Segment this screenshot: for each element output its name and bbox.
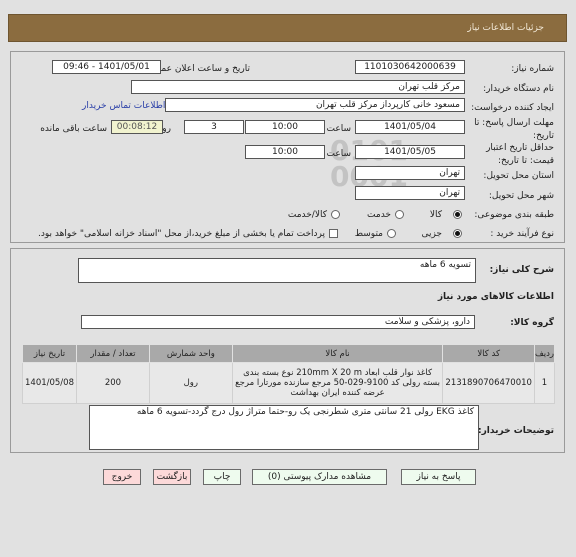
table-row: 1 2131890706470010 کاغذ نوار قلب ابعاد 2… [22,362,556,404]
deadline-time-label: ساعت [326,124,352,134]
category-option-service: خدمت [367,210,391,220]
items-table: ردیف کد کالا نام کالا واحد شمارش تعداد /… [22,344,556,404]
creator-field: مسعود خانی کارپرداز مرکز قلب تهران [165,98,465,112]
reply-button[interactable]: پاسخ به نیاز [401,469,476,485]
city-label: شهر محل تحویل: [488,191,554,201]
days-field: 3 [184,120,244,134]
need-number-field: 1101030642000639 [355,60,465,74]
process-radio-medium[interactable] [387,229,396,238]
col-row: ردیف [533,344,556,363]
cell-date: 1401/05/08 [22,362,77,404]
exit-button[interactable]: خروج [103,469,141,485]
items-table-header: ردیف کد کالا نام کالا واحد شمارش تعداد /… [22,344,556,363]
col-unit: واحد شمارش [148,344,233,363]
remaining-time-field: 00:08:12 [111,120,163,134]
province-field: تهران [355,166,465,180]
cell-row: 1 [533,362,556,404]
deadline-label: مهلت ارسال پاسخ: تا [474,118,554,128]
col-name: نام کالا [231,344,444,363]
creator-label: ایجاد کننده درخواست: [471,103,554,113]
deadline-date-field: 1401/05/04 [355,120,465,134]
summary-field: تسویه 6 ماهه [78,258,476,283]
buyer-org-label: نام دستگاه خریدار: [483,84,554,94]
buyer-notes-label: توضیحات خریدار: [478,426,554,436]
city-field: تهران [355,186,465,200]
col-date: تاریخ نیاز [22,344,77,363]
validity-time-field: 10:00 [245,145,325,159]
cell-qty: 200 [76,362,150,404]
category-option-goods-service: کالا/خدمت [287,210,327,220]
treasury-payment-note: پرداخت تمام یا بخشی از مبلغ خرید،از محل … [37,229,325,239]
attachments-button[interactable]: مشاهده مدارک پیوستی (0) [252,469,387,485]
category-radio-service[interactable] [395,210,404,219]
cell-name: کاغذ نوار قلب ابعاد 210mm X 20 m نوع بست… [231,362,444,404]
announce-field: 1401/05/01 - 09:46 [52,60,161,74]
col-code: کد کالا [442,344,535,363]
validity-label: حداقل تاریخ اعتبار [486,143,554,153]
back-button[interactable]: بازگشت [153,469,191,485]
treasury-payment-checkbox[interactable] [329,229,338,238]
category-radio-goods-service[interactable] [331,210,340,219]
validity-time-label: ساعت [326,149,352,159]
buyer-notes-field: کاغذ EKG رولی 21 سانتی متری شطرنجی یک رو… [89,405,479,450]
process-radio-minor[interactable] [453,229,462,238]
goods-group-label: گروه کالا: [510,318,554,328]
category-label: طبقه بندی موضوعی: [474,210,554,220]
items-heading: اطلاعات کالاهای مورد نیاز [437,292,554,302]
col-qty: تعداد / مقدار [76,344,150,363]
deadline-time-field: 10:00 [245,120,325,134]
process-option-minor: جزیی [421,229,442,239]
deadline-label-2: تاریخ: [533,131,554,141]
page-header: جزئیات اطلاعات نیاز [8,14,567,42]
process-label: نوع فرآیند خرید : [490,229,554,239]
province-label: استان محل تحویل: [483,171,554,181]
page-title: جزئیات اطلاعات نیاز [467,23,544,33]
need-number-label: شماره نیاز: [511,64,554,74]
process-option-medium: متوسط [354,229,383,239]
remaining-label: ساعت باقی مانده [40,124,107,134]
buyer-contact-link[interactable]: اطلاعات تماس خریدار [82,101,165,111]
cell-unit: رول [148,362,233,404]
goods-group-field: دارو، پزشکی و سلامت [81,315,475,329]
summary-label: شرح کلی نیاز: [489,265,554,275]
print-button[interactable]: چاپ [203,469,241,485]
validity-label-2: قیمت: تا تاریخ: [498,156,554,166]
cell-code: 2131890706470010 [442,362,535,404]
category-radio-goods[interactable] [453,210,462,219]
buyer-org-field: مرکز قلب تهران [131,80,465,94]
category-option-goods: کالا [429,210,442,220]
validity-date-field: 1401/05/05 [355,145,465,159]
